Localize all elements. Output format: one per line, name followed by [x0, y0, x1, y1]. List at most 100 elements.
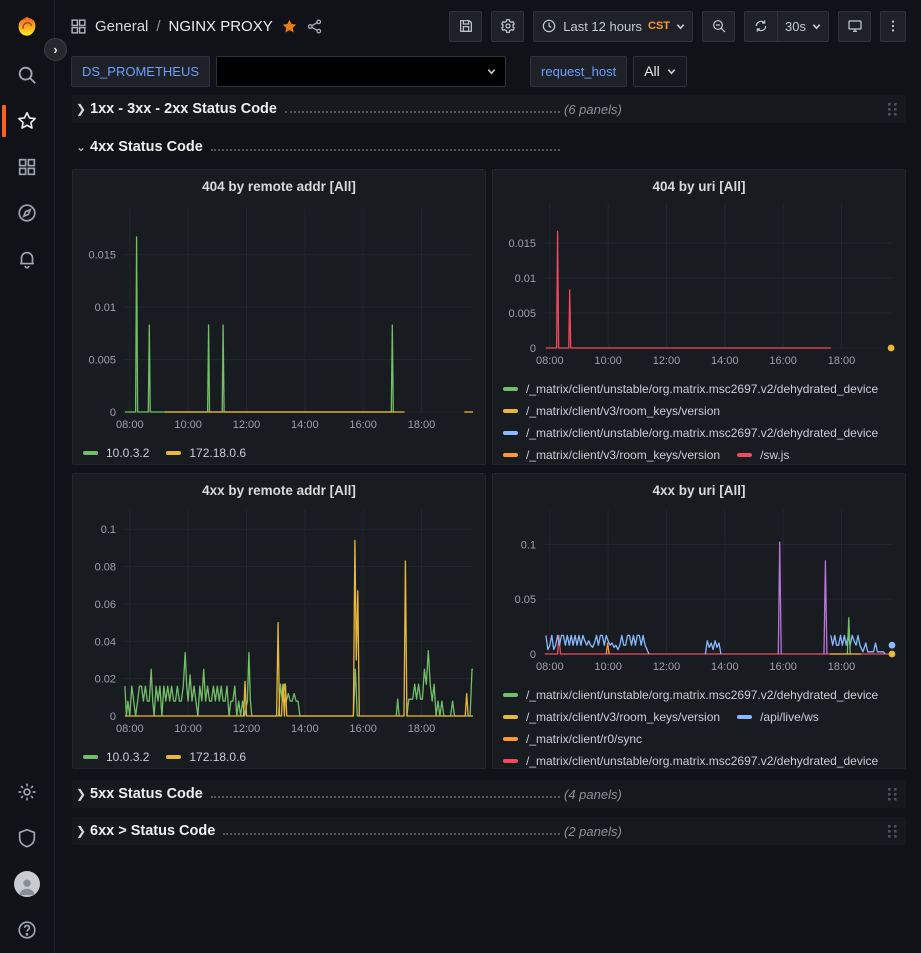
kiosk-mode-button[interactable]: [838, 11, 871, 42]
legend-item[interactable]: /_matrix/client/unstable/org.matrix.msc2…: [503, 426, 878, 440]
x-tick-label: 16:00: [769, 355, 797, 367]
legend-swatch: [737, 453, 752, 457]
panel-title[interactable]: 404 by uri [All]: [501, 175, 897, 199]
help-icon[interactable]: [0, 907, 55, 953]
legend-label: /api/live/ws: [760, 710, 819, 724]
configuration-gear-icon[interactable]: [0, 769, 55, 815]
chevron-right-icon: ❯: [76, 787, 90, 801]
row-panel-count: (6 panels): [564, 102, 622, 117]
legend-swatch: [503, 409, 518, 413]
time-range-picker[interactable]: Last 12 hours CST: [533, 11, 693, 42]
legend-label: /_matrix/client/v3/room_keys/version: [526, 710, 720, 724]
chart-panel: 4xx by remote addr [All]08:0010:0012:001…: [72, 473, 486, 769]
series-line: [778, 542, 781, 654]
gear-icon: [500, 18, 516, 34]
panel-title[interactable]: 4xx by remote addr [All]: [81, 479, 477, 503]
x-tick-label: 18:00: [828, 355, 856, 367]
save-button[interactable]: [449, 11, 482, 42]
server-admin-shield-icon[interactable]: [0, 815, 55, 861]
legend-swatch: [503, 453, 518, 457]
dotted-leader: [223, 833, 560, 835]
x-tick-label: 10:00: [174, 419, 202, 431]
dashboard-row-header[interactable]: ❯5xx Status Code(4 panels): [72, 780, 906, 808]
refresh-interval-label: 30s: [785, 19, 806, 34]
kebab-icon: [885, 18, 901, 34]
legend-item[interactable]: /_matrix/client/v3/room_keys/version: [503, 448, 720, 462]
more-menu-button[interactable]: [880, 11, 906, 42]
panel-title[interactable]: 4xx by uri [All]: [501, 479, 897, 503]
row-title: 4xx Status Code: [90, 139, 203, 155]
share-icon[interactable]: [306, 18, 323, 35]
legend-item[interactable]: 10.0.3.2: [83, 446, 149, 460]
row-drag-handle-icon[interactable]: [887, 102, 898, 117]
legend-item[interactable]: /api/live/ws: [737, 710, 819, 724]
variables-bar: DS_PROMETHEUS request_host All: [56, 52, 921, 90]
breadcrumb-folder[interactable]: General: [95, 18, 148, 35]
legend-item[interactable]: /_matrix/client/v3/room_keys/version: [503, 710, 720, 724]
legend-item[interactable]: /sw.js: [737, 448, 789, 462]
row-drag-handle-icon[interactable]: [887, 824, 898, 839]
x-tick-label: 18:00: [408, 723, 436, 735]
legend-label: 172.18.0.6: [189, 750, 246, 764]
y-tick-label: 0.005: [508, 308, 536, 320]
series-line: [546, 231, 831, 348]
panel-legend: 10.0.3.2 172.18.0.6: [81, 745, 477, 764]
series-line: [831, 635, 885, 654]
dashboard-settings-button[interactable]: [491, 11, 524, 42]
breadcrumb-separator: /: [156, 18, 160, 35]
dashboard-title[interactable]: NGINX PROXY: [169, 18, 273, 35]
search-icon[interactable]: [0, 52, 55, 98]
series-line: [407, 651, 473, 716]
series-line: [546, 635, 649, 654]
legend-swatch: [83, 755, 98, 759]
legend-label: /_matrix/client/unstable/org.matrix.msc2…: [526, 754, 878, 768]
y-tick-label: 0.05: [515, 594, 536, 606]
refresh-interval-dropdown[interactable]: 30s: [777, 11, 829, 42]
request-host-variable-select[interactable]: All: [633, 56, 687, 87]
y-tick-label: 0.01: [515, 273, 536, 285]
panel-title[interactable]: 404 by remote addr [All]: [81, 175, 477, 199]
sidebar-expand-button[interactable]: ›: [44, 38, 67, 61]
panel-legend: 10.0.3.2 172.18.0.6: [81, 441, 477, 460]
legend-item[interactable]: 10.0.3.2: [83, 750, 149, 764]
chevron-down-icon: [812, 22, 821, 31]
row-drag-handle-icon[interactable]: [887, 787, 898, 802]
zoom-out-button[interactable]: [702, 11, 735, 42]
chevron-down-icon: ⌄: [76, 140, 90, 154]
dashboard-row-header[interactable]: ⌄4xx Status Code: [72, 133, 906, 161]
y-tick-label: 0: [110, 407, 116, 419]
x-tick-label: 08:00: [116, 723, 144, 735]
y-tick-label: 0: [110, 711, 116, 723]
starred-dashboards-icon[interactable]: [0, 98, 55, 144]
legend-item[interactable]: 172.18.0.6: [166, 446, 246, 460]
star-filled-icon[interactable]: [281, 18, 298, 35]
dashboard-row-header[interactable]: ❯6xx > Status Code(2 panels): [72, 817, 906, 845]
legend-item[interactable]: /_matrix/client/v3/room_keys/version: [503, 404, 720, 418]
chevron-right-icon: ❯: [76, 824, 90, 838]
panel-legend: /_matrix/client/unstable/org.matrix.msc2…: [501, 683, 897, 768]
time-series-chart: 08:0010:0012:0014:0016:0018:0000.0050.01…: [81, 199, 479, 436]
dashboard-row-header[interactable]: ❯1xx - 3xx - 2xx Status Code(6 panels): [72, 95, 906, 123]
legend-label: 10.0.3.2: [106, 446, 149, 460]
clock-icon: [541, 18, 557, 34]
legend-item[interactable]: /_matrix/client/r0/sync: [503, 732, 642, 746]
dashboards-icon[interactable]: [0, 144, 55, 190]
request-host-variable-value: All: [644, 63, 660, 79]
series-line: [705, 641, 721, 654]
refresh-button[interactable]: [744, 11, 777, 42]
legend-item[interactable]: /_matrix/client/unstable/org.matrix.msc2…: [503, 754, 878, 768]
user-avatar[interactable]: [0, 861, 55, 907]
datasource-variable-select[interactable]: [216, 56, 506, 87]
request-host-variable-label[interactable]: request_host: [530, 56, 627, 87]
datasource-variable-label[interactable]: DS_PROMETHEUS: [71, 56, 210, 87]
legend-item[interactable]: 172.18.0.6: [166, 750, 246, 764]
legend-item[interactable]: /_matrix/client/unstable/org.matrix.msc2…: [503, 382, 878, 396]
legend-swatch: [503, 387, 518, 391]
monitor-icon: [847, 18, 863, 34]
chevron-down-icon: [676, 22, 685, 31]
legend-label: /_matrix/client/r0/sync: [526, 732, 642, 746]
legend-item[interactable]: /_matrix/client/unstable/org.matrix.msc2…: [503, 688, 878, 702]
alerting-bell-icon[interactable]: [0, 236, 55, 282]
x-tick-label: 14:00: [291, 419, 319, 431]
explore-compass-icon[interactable]: [0, 190, 55, 236]
